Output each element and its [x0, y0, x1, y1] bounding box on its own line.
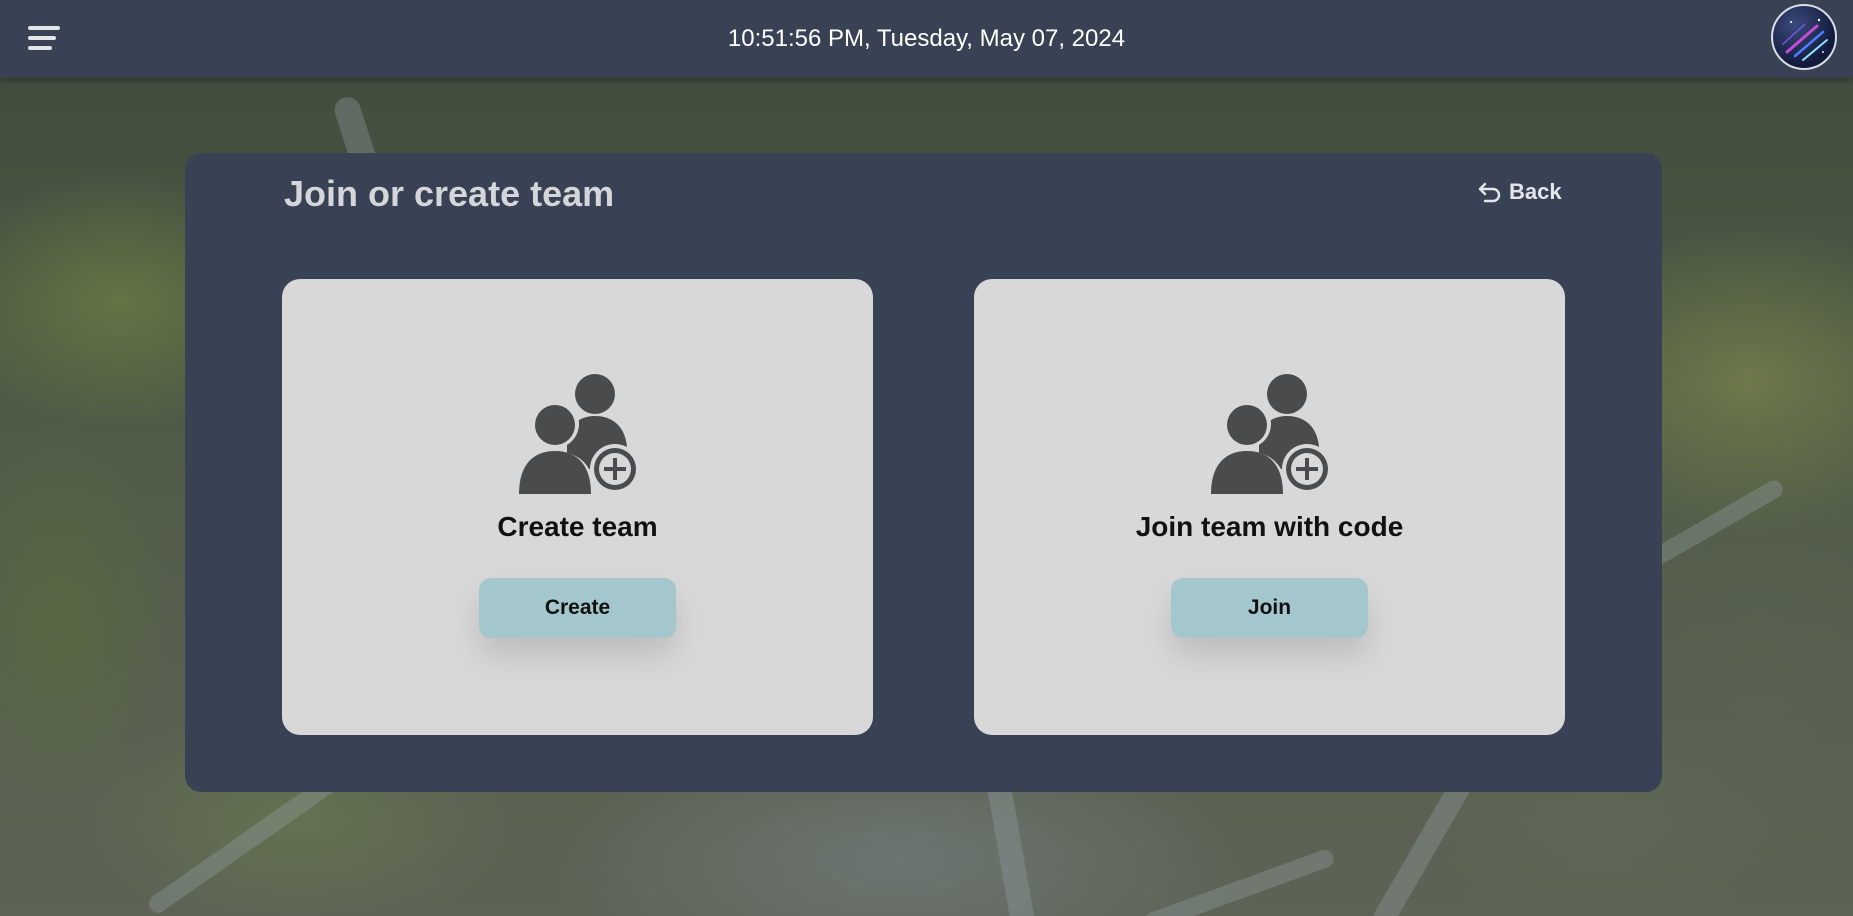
back-label: Back — [1509, 179, 1562, 204]
create-button[interactable]: Create — [479, 578, 676, 638]
join-button[interactable]: Join — [1171, 578, 1368, 638]
card-title: Join team with code — [1135, 511, 1404, 542]
back-button[interactable]: Back — [1477, 177, 1562, 207]
join-team-card: Join team with code Join — [974, 279, 1565, 735]
add-group-icon — [1207, 374, 1332, 494]
hamburger-menu-icon[interactable] — [26, 24, 62, 54]
top-bar: 10:51:56 PM, Tuesday, May 07, 2024 — [0, 0, 1853, 78]
create-team-card: Create team Create — [282, 279, 873, 735]
undo-arrow-icon — [1478, 182, 1501, 203]
card-title: Create team — [497, 511, 658, 542]
user-avatar[interactable] — [1771, 4, 1837, 70]
team-panel: Join or create team Back Create team Cre… — [185, 153, 1662, 792]
app-page: 10:51:56 PM, Tuesday, May 07, 2024 Join … — [0, 0, 1853, 916]
page-title: Join or create team — [284, 173, 615, 214]
avatar-image — [1782, 18, 1828, 61]
datetime-display: 10:51:56 PM, Tuesday, May 07, 2024 — [727, 25, 1126, 52]
add-group-icon — [515, 374, 640, 494]
